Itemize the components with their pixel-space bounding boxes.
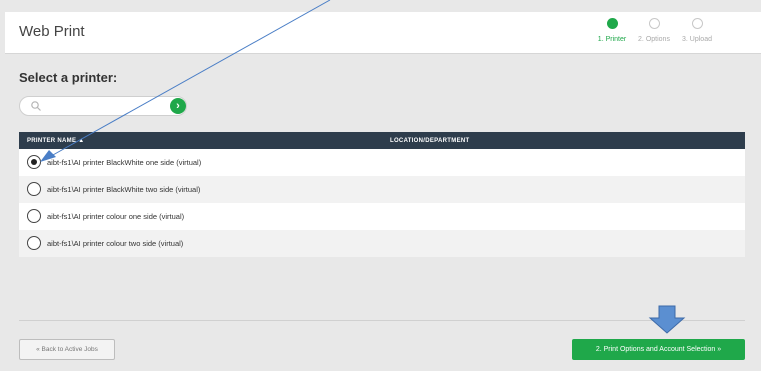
step-upload: 3. Upload (675, 18, 719, 43)
table-header: PRINTER NAME ▲ LOCATION/DEPARTMENT (19, 132, 745, 149)
footer-divider (19, 320, 745, 321)
printer-radio[interactable] (27, 155, 41, 169)
web-print-window: Web Print 1. Printer 2. Options 3. Uploa… (5, 12, 761, 371)
printer-name: aibt-fs1\AI printer colour two side (vir… (47, 239, 184, 248)
step-options-label: 2. Options (638, 36, 670, 43)
step-upload-indicator (691, 18, 703, 29)
table-row[interactable]: aibt-fs1\AI printer BlackWhite two side … (19, 176, 745, 203)
printer-table: PRINTER NAME ▲ LOCATION/DEPARTMENT aibt-… (19, 132, 745, 257)
table-row[interactable]: aibt-fs1\AI printer colour one side (vir… (19, 203, 745, 230)
print-options-next-button[interactable]: 2. Print Options and Account Selection » (572, 339, 745, 360)
search-go-button[interactable]: › (170, 98, 186, 114)
back-to-active-jobs-button[interactable]: « Back to Active Jobs (19, 339, 115, 360)
table-row[interactable]: aibt-fs1\AI printer BlackWhite one side … (19, 149, 745, 176)
step-printer-label: 1. Printer (597, 36, 627, 43)
step-options: 2. Options (632, 18, 676, 43)
step-printer: 1. Printer (590, 18, 634, 43)
printer-name: aibt-fs1\AI printer BlackWhite two side … (47, 185, 201, 194)
printer-radio[interactable] (27, 236, 41, 250)
printer-name: aibt-fs1\AI printer colour one side (vir… (47, 212, 185, 221)
search-icon (31, 101, 41, 111)
printer-radio[interactable] (27, 182, 41, 196)
table-row[interactable]: aibt-fs1\AI printer colour two side (vir… (19, 230, 745, 257)
column-printer-name[interactable]: PRINTER NAME ▲ (27, 138, 84, 144)
step-printer-indicator (606, 18, 618, 29)
step-options-indicator (648, 18, 660, 29)
app-title: Web Print (19, 23, 85, 40)
printer-name: aibt-fs1\AI printer BlackWhite one side … (47, 158, 202, 167)
printer-search-input[interactable] (19, 96, 187, 116)
column-location-department[interactable]: LOCATION/DEPARTMENT (390, 138, 469, 144)
step-upload-label: 3. Upload (682, 36, 712, 43)
section-title: Select a printer: (19, 70, 118, 85)
header-bar: Web Print 1. Printer 2. Options 3. Uploa… (5, 12, 761, 54)
printer-radio[interactable] (27, 209, 41, 223)
